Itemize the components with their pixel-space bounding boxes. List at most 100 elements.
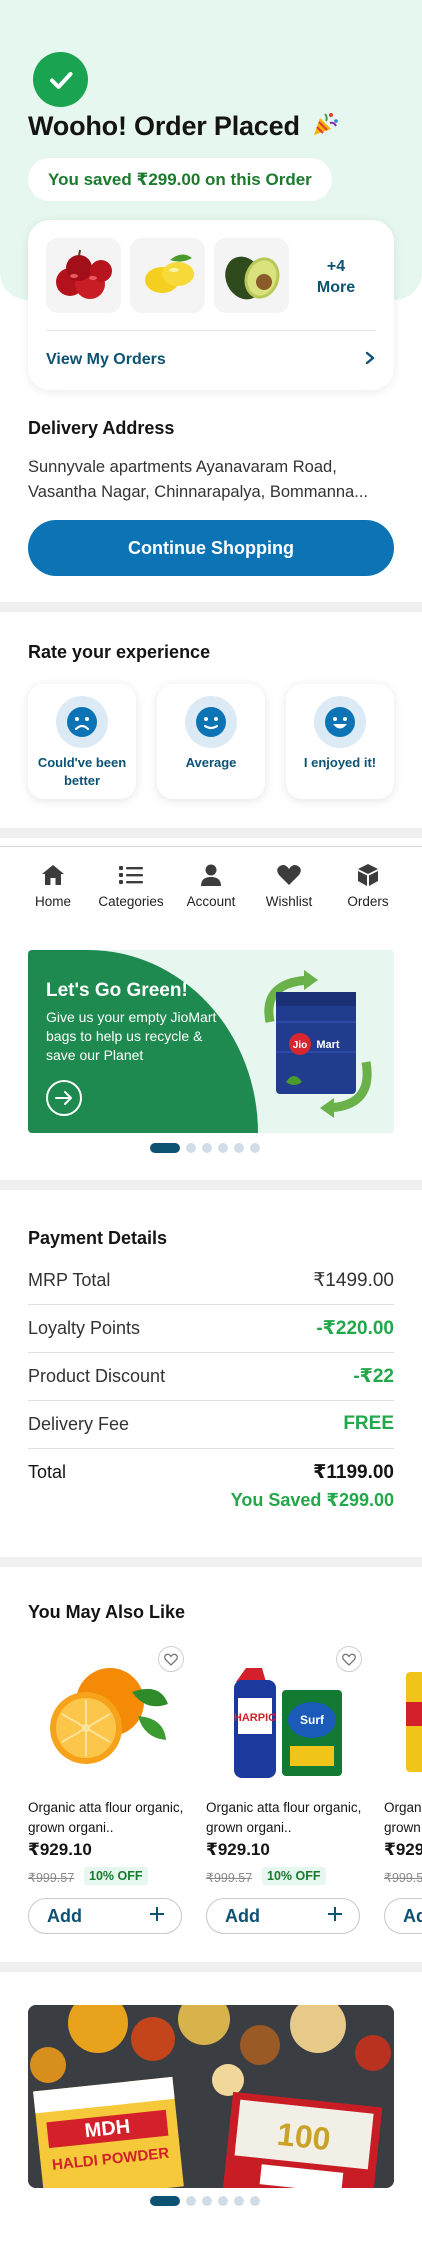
carousel-dot[interactable] bbox=[250, 1143, 260, 1153]
carousel-dot[interactable] bbox=[234, 2196, 244, 2206]
svg-text:HARPIC: HARPIC bbox=[234, 1712, 276, 1724]
nav-account[interactable]: Account bbox=[169, 862, 253, 909]
carousel-dot[interactable] bbox=[218, 1143, 228, 1153]
carousel-dot[interactable] bbox=[234, 1143, 244, 1153]
promo-carousel-dots[interactable] bbox=[150, 1143, 260, 1153]
product-card[interactable]: Organic atta flour organic, grown organi… bbox=[28, 1642, 188, 1942]
product-mrp: ₹999.57 bbox=[28, 1871, 75, 1885]
payment-row-label: Total bbox=[28, 1461, 67, 1482]
payment-row-value: -₹220.00 bbox=[316, 1317, 394, 1339]
home-icon bbox=[11, 862, 95, 888]
rating-option-poor[interactable]: Could've been better bbox=[28, 684, 136, 799]
product-price: ₹929.10 bbox=[28, 1840, 92, 1859]
plus-icon bbox=[327, 1906, 343, 1927]
carousel-dot[interactable] bbox=[186, 2196, 196, 2206]
nav-label: Account bbox=[186, 894, 236, 909]
carousel-dot[interactable] bbox=[202, 2196, 212, 2206]
jiomart-bag-illustration: Jio Mart bbox=[264, 970, 372, 1118]
section-separator bbox=[0, 1180, 422, 1190]
apples-image bbox=[56, 249, 112, 299]
neutral-face-icon bbox=[185, 696, 237, 748]
recommendations-title: You May Also Like bbox=[28, 1602, 186, 1622]
party-popper-icon bbox=[304, 111, 339, 141]
promo-body: Give us your empty JioMart bags to help … bbox=[46, 1009, 217, 1063]
page-title: Wooho! Order Placed bbox=[28, 110, 339, 142]
add-to-cart-button[interactable]: Add bbox=[28, 1898, 182, 1934]
nav-orders[interactable]: Orders bbox=[326, 862, 410, 909]
product-name: Organic atta flour organic, grown organi… bbox=[206, 1800, 362, 1835]
payment-row-label: Loyalty Points bbox=[28, 1317, 141, 1338]
avocado-image bbox=[225, 256, 280, 300]
divider bbox=[0, 846, 422, 847]
total-savings-text: You Saved ₹299.00 bbox=[230, 1490, 394, 1510]
payment-details-title: Payment Details bbox=[28, 1228, 168, 1248]
payment-row-total: Total ₹1199.00 bbox=[28, 1448, 394, 1496]
nav-label: Orders bbox=[347, 894, 389, 909]
rating-option-average[interactable]: Average bbox=[157, 684, 265, 799]
product-card[interactable]: HARPIC Surf Organic atta flour organic, … bbox=[206, 1642, 366, 1942]
arrow-right-icon[interactable] bbox=[46, 1080, 82, 1116]
view-my-orders-link[interactable]: View My Orders bbox=[46, 342, 376, 378]
payment-row-value: -₹22 bbox=[353, 1365, 394, 1387]
continue-shopping-button[interactable]: Continue Shopping bbox=[28, 520, 394, 576]
order-item-thumbnail[interactable] bbox=[214, 238, 289, 313]
chevron-right-icon bbox=[364, 351, 376, 370]
product-card[interactable]: Organic atta flour organic, grown organi… bbox=[384, 1642, 422, 1942]
banner-badge-text: 100 bbox=[275, 2116, 332, 2157]
carousel-dot[interactable] bbox=[150, 2196, 180, 2206]
payment-row-delivery: Delivery Fee FREE bbox=[28, 1400, 394, 1448]
nav-label: Categories bbox=[98, 894, 164, 909]
wishlist-heart-icon[interactable] bbox=[158, 1646, 184, 1672]
mdh-spices-banner[interactable]: MDH HALDI POWDER 100 bbox=[28, 2005, 394, 2188]
happy-face-icon bbox=[314, 696, 366, 748]
nav-label: Home bbox=[34, 894, 71, 909]
banner-carousel-dots[interactable] bbox=[150, 2196, 260, 2206]
check-circle-icon bbox=[33, 52, 88, 107]
add-label: Add bbox=[47, 1905, 82, 1926]
payment-row-label: Product Discount bbox=[28, 1365, 166, 1386]
box-icon bbox=[326, 862, 410, 888]
add-to-cart-button[interactable]: Add bbox=[384, 1898, 422, 1934]
more-items-link[interactable]: +4 More bbox=[296, 256, 376, 298]
payment-row-label: MRP Total bbox=[28, 1269, 111, 1290]
rating-option-label: I enjoyed it! bbox=[303, 755, 377, 770]
product-image bbox=[406, 1672, 422, 1772]
payment-row-loyalty: Loyalty Points -₹220.00 bbox=[28, 1304, 394, 1352]
carousel-dot[interactable] bbox=[186, 1143, 196, 1153]
carousel-dot[interactable] bbox=[218, 2196, 228, 2206]
payment-row-value: ₹1499.00 bbox=[313, 1269, 394, 1291]
account-icon bbox=[169, 862, 253, 888]
delivery-address-text: Sunnyvale apartments Ayanavaram Road, Va… bbox=[28, 458, 368, 501]
order-summary-card: +4 More View My Orders bbox=[28, 220, 394, 390]
carousel-dot[interactable] bbox=[202, 1143, 212, 1153]
nav-wishlist[interactable]: Wishlist bbox=[247, 862, 331, 909]
add-to-cart-button[interactable]: Add bbox=[206, 1898, 360, 1934]
nav-categories[interactable]: Categories bbox=[89, 862, 173, 909]
discount-badge: 10% OFF bbox=[262, 1867, 326, 1885]
nav-home[interactable]: Home bbox=[11, 862, 95, 909]
lemons-image bbox=[145, 254, 194, 293]
sad-face-icon bbox=[56, 696, 108, 748]
carousel-dot[interactable] bbox=[150, 1143, 180, 1153]
promo-heading: Let's Go Green! bbox=[46, 980, 188, 1001]
spices-illustration: MDH HALDI POWDER 100 bbox=[28, 2005, 394, 2188]
section-separator bbox=[0, 602, 422, 612]
wishlist-heart-icon[interactable] bbox=[336, 1646, 362, 1672]
svg-text:Mart: Mart bbox=[316, 1039, 340, 1051]
rating-option-good[interactable]: I enjoyed it! bbox=[286, 684, 394, 799]
section-separator bbox=[0, 828, 422, 838]
payment-row-discount: Product Discount -₹22 bbox=[28, 1352, 394, 1400]
payment-row-label: Delivery Fee bbox=[28, 1413, 130, 1434]
section-separator bbox=[0, 1557, 422, 1567]
order-item-thumbnail[interactable] bbox=[46, 238, 121, 313]
product-mrp: ₹999.57 bbox=[206, 1871, 253, 1885]
promo-banner-go-green[interactable]: Let's Go Green! Give us your empty JioMa… bbox=[28, 950, 394, 1133]
svg-text:Jio: Jio bbox=[293, 1040, 307, 1051]
page-title-text: Wooho! Order Placed bbox=[28, 111, 300, 141]
carousel-dot[interactable] bbox=[250, 2196, 260, 2206]
discount-badge: 10% OFF bbox=[84, 1867, 148, 1885]
order-item-thumbnail[interactable] bbox=[130, 238, 205, 313]
heart-icon bbox=[247, 862, 331, 888]
add-label: Add bbox=[403, 1905, 422, 1926]
nav-label: Wishlist bbox=[265, 894, 313, 909]
